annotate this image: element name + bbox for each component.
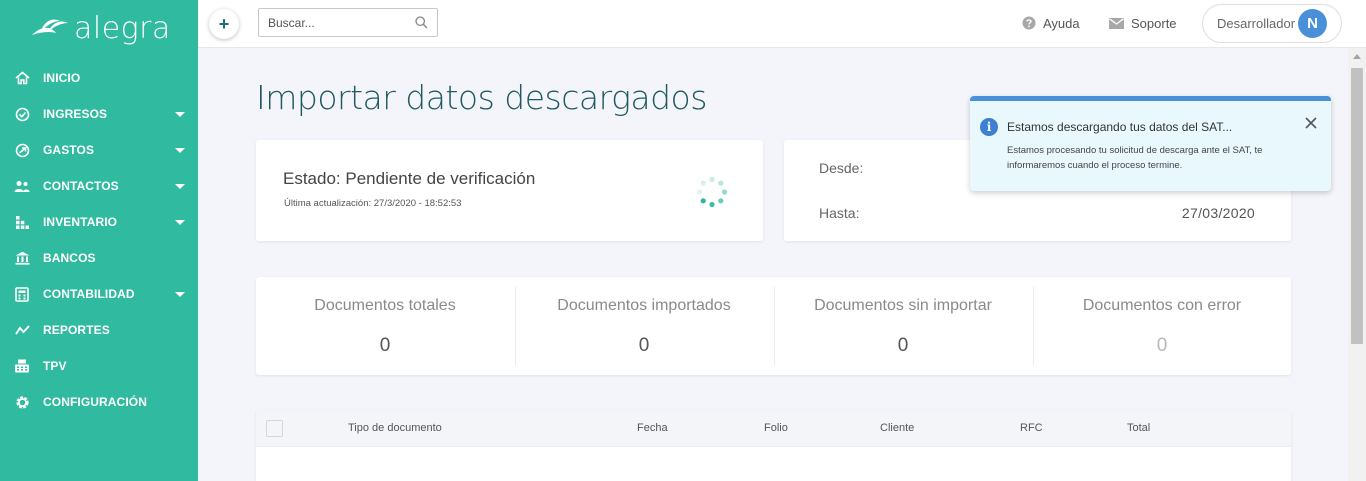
stat-value: 0 bbox=[897, 335, 909, 356]
inventory-icon bbox=[14, 214, 30, 230]
stat-imported-documents: Documentos importados 0 bbox=[515, 277, 773, 375]
notification-message: Estamos procesando tu solicitud de desca… bbox=[1007, 145, 1263, 171]
loading-spinner-icon bbox=[696, 176, 728, 208]
quick-add-button[interactable]: + bbox=[209, 9, 239, 39]
sidebar-item-label: INICIO bbox=[43, 71, 81, 85]
sidebar-item-label: CONTACTOS bbox=[43, 179, 119, 193]
alegra-logo[interactable]: alegra bbox=[30, 10, 171, 46]
expenses-icon bbox=[14, 142, 30, 158]
top-bar: + Ayuda Soporte Desarrollador N bbox=[198, 0, 1366, 48]
to-value: 27/03/2020 bbox=[1181, 205, 1255, 221]
info-icon: i bbox=[980, 118, 998, 136]
stat-label: Documentos importados bbox=[557, 297, 731, 314]
sidebar-item-contabilidad[interactable]: CONTABILIDAD bbox=[0, 276, 198, 312]
stat-value: 0 bbox=[1156, 335, 1168, 356]
mail-icon bbox=[1109, 17, 1124, 29]
sidebar-item-label: TPV bbox=[43, 359, 67, 373]
sidebar-item-contactos[interactable]: CONTACTOS bbox=[0, 168, 198, 204]
brand-name: alegra bbox=[74, 10, 171, 46]
alegra-logo-icon bbox=[32, 19, 68, 35]
stat-label: Documentos con error bbox=[1082, 297, 1242, 314]
sidebar-item-configuracion[interactable]: CONFIGURACIÓN bbox=[0, 384, 198, 420]
last-update-text: Última actualización: 27/3/2020 - 18:52:… bbox=[284, 198, 462, 209]
help-link[interactable]: Ayuda bbox=[1022, 14, 1080, 32]
sidebar-nav: INICIO INGRESOS GASTOS CONTACTOS INVENTA… bbox=[0, 60, 198, 420]
select-all-checkbox[interactable] bbox=[266, 420, 283, 437]
income-icon bbox=[14, 106, 30, 122]
sidebar-item-tpv[interactable]: TPV bbox=[0, 348, 198, 384]
sidebar-item-gastos[interactable]: GASTOS bbox=[0, 132, 198, 168]
sidebar-item-label: INVENTARIO bbox=[43, 215, 118, 229]
column-header-document-type[interactable]: Tipo de documento bbox=[348, 422, 442, 434]
column-header-client[interactable]: Cliente bbox=[880, 422, 914, 434]
user-menu[interactable]: Desarrollador N bbox=[1202, 4, 1342, 43]
support-link[interactable]: Soporte bbox=[1109, 14, 1177, 32]
stat-not-imported-documents: Documentos sin importar 0 bbox=[774, 277, 1032, 375]
sidebar-item-reportes[interactable]: REPORTES bbox=[0, 312, 198, 348]
chevron-down-icon bbox=[175, 184, 185, 189]
from-label: Desde: bbox=[819, 160, 864, 176]
chevron-down-icon bbox=[175, 220, 185, 225]
sidebar-item-bancos[interactable]: BANCOS bbox=[0, 240, 198, 276]
sidebar-item-label: GASTOS bbox=[43, 143, 95, 157]
stat-label: Documentos totales bbox=[314, 297, 456, 314]
notification-title: Estamos descargando tus datos del SAT... bbox=[1007, 120, 1233, 134]
column-header-total[interactable]: Total bbox=[1127, 422, 1150, 434]
avatar: N bbox=[1298, 9, 1327, 38]
sidebar-item-ingresos[interactable]: INGRESOS bbox=[0, 96, 198, 132]
accounting-icon bbox=[14, 286, 30, 302]
home-icon bbox=[14, 70, 30, 86]
reports-icon bbox=[14, 322, 30, 338]
chevron-down-icon bbox=[175, 148, 185, 153]
download-notification: i Estamos descargando tus datos del SAT.… bbox=[970, 96, 1331, 191]
pos-icon bbox=[14, 358, 30, 374]
sidebar-item-inicio[interactable]: INICIO bbox=[0, 60, 198, 96]
search-input[interactable] bbox=[259, 9, 409, 36]
help-icon bbox=[1022, 16, 1036, 30]
contacts-icon bbox=[14, 178, 30, 194]
bank-icon bbox=[14, 250, 30, 266]
sidebar-item-label: BANCOS bbox=[43, 251, 96, 265]
document-stats-card: Documentos totales 0 Documentos importad… bbox=[256, 277, 1291, 375]
support-label: Soporte bbox=[1131, 15, 1177, 31]
table-header: Tipo de documento Fecha Folio Cliente RF… bbox=[256, 410, 1291, 447]
scroll-thumb[interactable] bbox=[1351, 68, 1363, 344]
sidebar-item-label: REPORTES bbox=[43, 323, 110, 337]
chevron-down-icon bbox=[175, 292, 185, 297]
stat-total-documents: Documentos totales 0 bbox=[256, 277, 514, 375]
chevron-down-icon bbox=[175, 112, 185, 117]
sidebar-item-label: INGRESOS bbox=[43, 107, 108, 121]
page-scrollbar[interactable] bbox=[1348, 48, 1366, 481]
documents-table: Tipo de documento Fecha Folio Cliente RF… bbox=[256, 410, 1291, 481]
stat-error-documents: Documentos con error 0 bbox=[1033, 277, 1291, 375]
sidebar-item-label: CONFIGURACIÓN bbox=[43, 395, 147, 409]
stat-value: 0 bbox=[379, 335, 391, 356]
column-header-date[interactable]: Fecha bbox=[637, 422, 668, 434]
to-label: Hasta: bbox=[819, 205, 860, 221]
user-name: Desarrollador bbox=[1217, 16, 1296, 31]
status-card: Estado: Pendiente de verificación Última… bbox=[256, 140, 763, 241]
column-header-rfc[interactable]: RFC bbox=[1020, 422, 1043, 434]
gear-icon bbox=[14, 394, 30, 410]
sidebar-item-inventario[interactable]: INVENTARIO bbox=[0, 204, 198, 240]
stat-value: 0 bbox=[638, 335, 650, 356]
sidebar-item-label: CONTABILIDAD bbox=[43, 287, 135, 301]
close-icon[interactable] bbox=[1303, 115, 1319, 131]
page-title: Importar datos descargados bbox=[256, 78, 707, 117]
status-title: Estado: Pendiente de verificación bbox=[283, 169, 536, 188]
search-icon[interactable] bbox=[415, 16, 428, 34]
sidebar: alegra INICIO INGRESOS GASTOS CONTACTOS … bbox=[0, 0, 198, 481]
column-header-folio[interactable]: Folio bbox=[764, 422, 788, 434]
stat-label: Documentos sin importar bbox=[814, 297, 992, 314]
help-label: Ayuda bbox=[1043, 15, 1080, 31]
search-box bbox=[258, 8, 438, 37]
scroll-up-arrow-icon[interactable] bbox=[1353, 54, 1361, 59]
